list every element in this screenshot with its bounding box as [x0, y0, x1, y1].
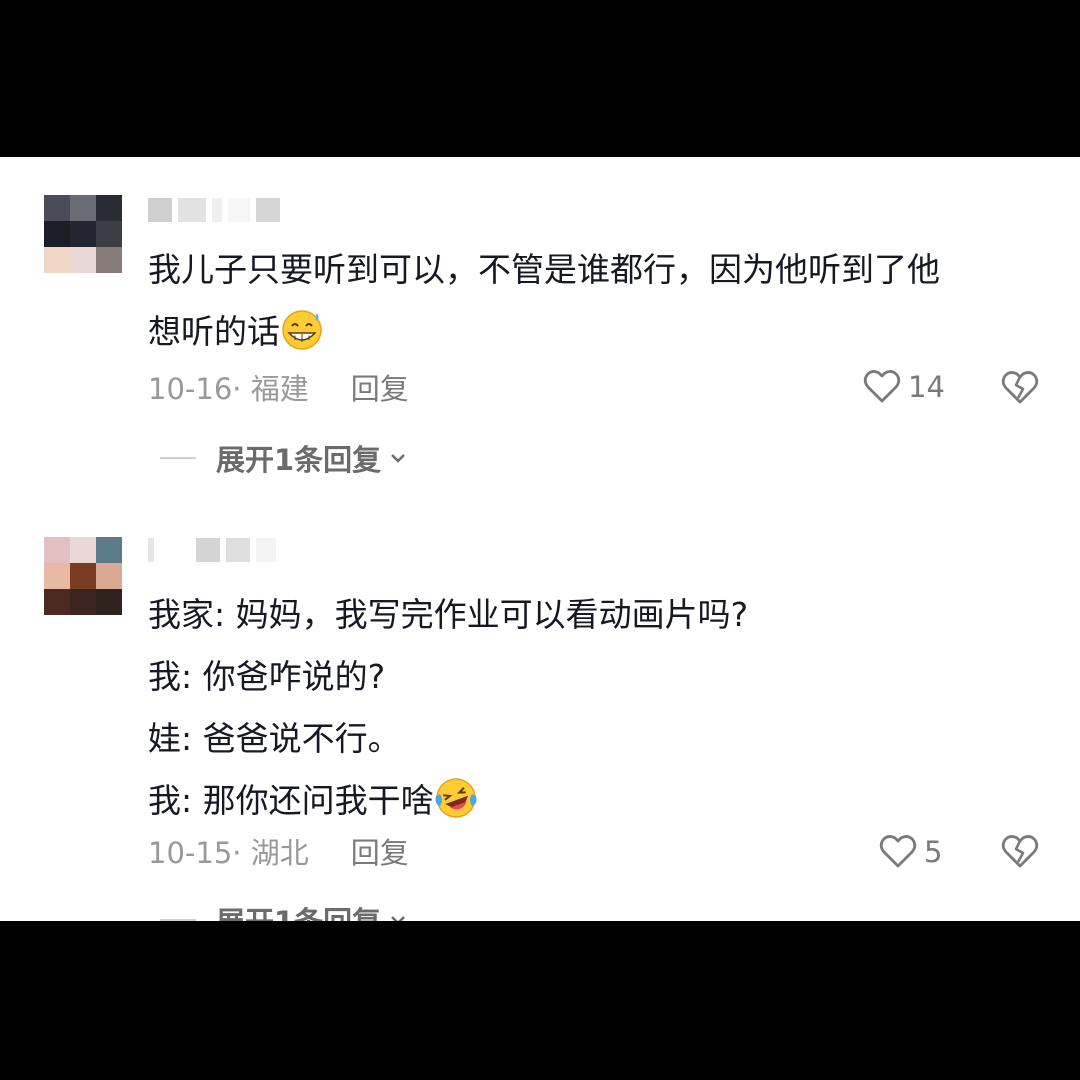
chevron-down-icon: [391, 916, 406, 921]
comment-line: 娃: 爸爸说不行。: [148, 719, 401, 758]
dislike-button[interactable]: [1000, 832, 1040, 876]
chevron-down-icon: [391, 454, 406, 463]
comment-line: 想听的话: [148, 301, 1038, 363]
heart-icon: [863, 370, 901, 403]
expand-replies-label[interactable]: 展开1条回复: [216, 899, 381, 921]
grinning-sweat-emoji: [282, 310, 322, 350]
expand-replies-label[interactable]: 展开1条回复: [216, 437, 381, 479]
comment-text: 我儿子只要听到可以，不管是谁都行，因为他听到了他 想听的话: [148, 239, 1038, 363]
divider-dash: [160, 457, 196, 459]
like-count: 5: [924, 835, 943, 869]
expand-replies[interactable]: 展开1条回复: [160, 437, 409, 479]
comment-line: 我: 那你还问我干啥: [148, 770, 1038, 832]
username-blurred[interactable]: [148, 537, 276, 563]
avatar[interactable]: [44, 195, 122, 273]
comment-meta: 10-16· 福建 回复: [148, 369, 409, 409]
reply-button[interactable]: 回复: [351, 833, 409, 873]
rolling-laughing-emoji: [435, 778, 477, 818]
comment-panel: 我儿子只要听到可以，不管是谁都行，因为他听到了他 想听的话 10-16· 福建 …: [0, 157, 1080, 921]
comment-text: 我家: 妈妈，我写完作业可以看动画片吗? 我: 你爸咋说的? 娃: 爸爸说不行。…: [148, 584, 1038, 832]
like-button[interactable]: 5: [878, 832, 942, 872]
like-count: 14: [908, 370, 945, 404]
date-location: 10-16· 福建: [148, 372, 309, 406]
comment-line: 我家: 妈妈，我写完作业可以看动画片吗?: [148, 595, 749, 634]
avatar[interactable]: [44, 537, 122, 615]
dislike-button[interactable]: [1000, 368, 1040, 412]
comment-line: 我儿子只要听到可以，不管是谁都行，因为他听到了他: [148, 250, 940, 289]
like-button[interactable]: 14: [862, 367, 945, 407]
reply-button[interactable]: 回复: [351, 369, 409, 409]
comment-meta: 10-15· 湖北 回复: [148, 833, 409, 873]
broken-heart-icon: [1001, 835, 1039, 868]
date-location: 10-15· 湖北: [148, 836, 309, 870]
comment-line: 我: 你爸咋说的?: [148, 657, 386, 696]
username-blurred[interactable]: [148, 197, 280, 223]
heart-icon: [879, 835, 917, 868]
expand-replies[interactable]: 展开1条回复: [160, 899, 409, 921]
divider-dash: [160, 919, 196, 921]
broken-heart-icon: [1001, 371, 1039, 404]
